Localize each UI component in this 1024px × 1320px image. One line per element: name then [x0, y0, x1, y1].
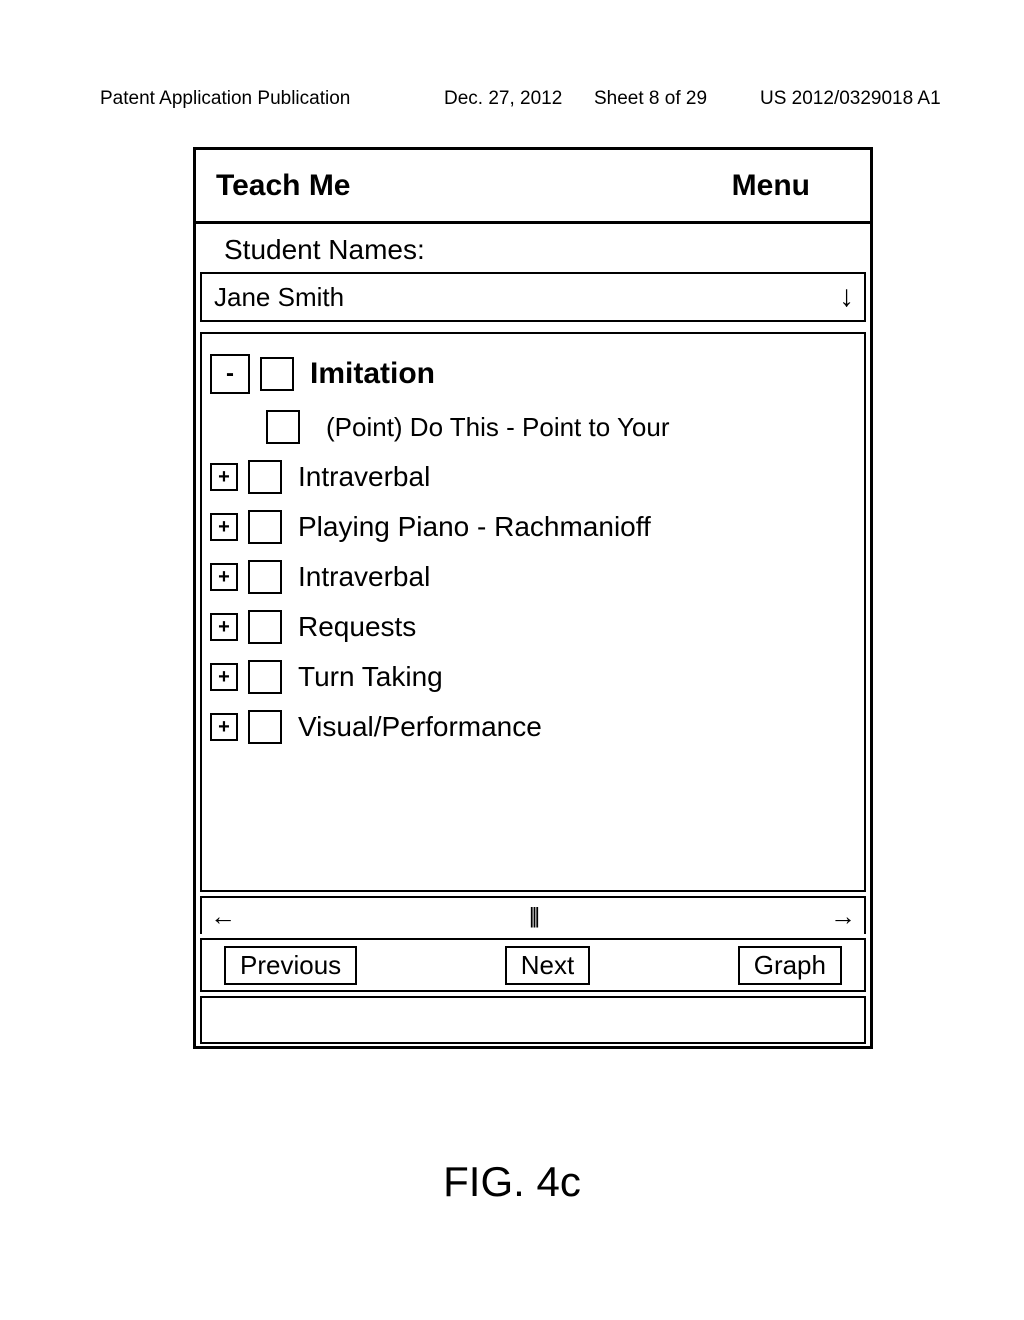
- menu-button[interactable]: Menu: [732, 169, 810, 203]
- app-window: Teach Me Menu Student Names: Jane Smith …: [193, 147, 873, 1049]
- arrow-right-icon[interactable]: →: [830, 901, 856, 932]
- tree-label: Intraverbal: [298, 561, 430, 593]
- tree-item-imitation[interactable]: - Imitation: [210, 354, 856, 394]
- tree-sub-item[interactable]: (Point) Do This - Point to Your: [266, 410, 856, 444]
- scroll-thumb-icon[interactable]: |||: [529, 903, 537, 929]
- tree-item-intraverbal-1[interactable]: + Intraverbal: [210, 460, 856, 494]
- checkbox[interactable]: [248, 510, 282, 544]
- checkbox[interactable]: [248, 710, 282, 744]
- student-value: Jane Smith: [214, 282, 344, 313]
- previous-button[interactable]: Previous: [224, 946, 357, 985]
- figure-label: FIG. 4c: [0, 1158, 1024, 1206]
- graph-button[interactable]: Graph: [738, 946, 842, 985]
- pub-date: Dec. 27, 2012: [444, 88, 562, 110]
- expand-icon[interactable]: +: [210, 463, 238, 491]
- pub-num: US 2012/0329018 A1: [760, 88, 941, 110]
- title-bar: Teach Me Menu: [196, 150, 870, 224]
- checkbox[interactable]: [248, 660, 282, 694]
- checkbox[interactable]: [248, 560, 282, 594]
- tree-label: Imitation: [310, 357, 435, 391]
- tree-label: Intraverbal: [298, 461, 430, 493]
- button-row: Previous Next Graph: [200, 938, 866, 992]
- tree-sub-label: (Point) Do This - Point to Your: [326, 412, 669, 443]
- tree-item-turn-taking[interactable]: + Turn Taking: [210, 660, 856, 694]
- checkbox[interactable]: [248, 610, 282, 644]
- pub-left: Patent Application Publication: [100, 88, 350, 110]
- collapse-icon[interactable]: -: [210, 354, 250, 394]
- category-tree: - Imitation (Point) Do This - Point to Y…: [200, 332, 866, 892]
- app-title: Teach Me: [216, 169, 351, 203]
- tree-item-requests[interactable]: + Requests: [210, 610, 856, 644]
- checkbox[interactable]: [260, 357, 294, 391]
- student-label: Student Names:: [196, 224, 870, 272]
- tree-item-visual[interactable]: + Visual/Performance: [210, 710, 856, 744]
- tree-item-intraverbal-2[interactable]: + Intraverbal: [210, 560, 856, 594]
- chevron-down-icon: ↓: [839, 280, 854, 314]
- expand-icon[interactable]: +: [210, 713, 238, 741]
- expand-icon[interactable]: +: [210, 613, 238, 641]
- student-dropdown[interactable]: Jane Smith ↓: [200, 272, 866, 322]
- expand-icon[interactable]: +: [210, 513, 238, 541]
- tree-label: Requests: [298, 611, 416, 643]
- footer-blank: [200, 996, 866, 1044]
- pub-sheet: Sheet 8 of 29: [594, 88, 707, 110]
- arrow-left-icon[interactable]: ←: [210, 901, 236, 932]
- tree-label: Visual/Performance: [298, 711, 542, 743]
- tree-label: Playing Piano - Rachmanioff: [298, 511, 651, 543]
- horizontal-scrollbar[interactable]: ← ||| →: [200, 896, 866, 934]
- checkbox[interactable]: [248, 460, 282, 494]
- expand-icon[interactable]: +: [210, 663, 238, 691]
- expand-icon[interactable]: +: [210, 563, 238, 591]
- tree-label: Turn Taking: [298, 661, 443, 693]
- tree-item-piano[interactable]: + Playing Piano - Rachmanioff: [210, 510, 856, 544]
- checkbox[interactable]: [266, 410, 300, 444]
- next-button[interactable]: Next: [505, 946, 590, 985]
